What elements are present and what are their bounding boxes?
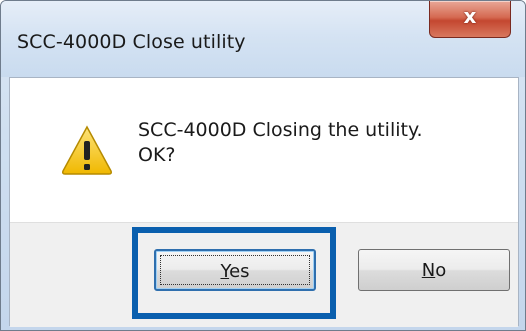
focus-ring <box>160 255 310 285</box>
message-line-1: SCC-4000D Closing the utility. <box>138 119 423 141</box>
dialog-content: SCC-4000D Closing the utility. OK? Yes N… <box>9 77 519 327</box>
no-button[interactable]: No <box>358 249 510 291</box>
title-bar[interactable]: SCC-4000D Close utility x <box>1 1 525 77</box>
button-area: Yes No <box>10 222 518 327</box>
no-accel: N <box>421 260 436 281</box>
no-label: o <box>435 260 447 281</box>
window-title: SCC-4000D Close utility <box>17 31 246 53</box>
close-icon: x <box>463 4 477 28</box>
close-button[interactable]: x <box>429 1 511 38</box>
dialog-message: SCC-4000D Closing the utility. OK? <box>138 118 423 168</box>
yes-button[interactable]: Yes <box>154 249 316 291</box>
message-area: SCC-4000D Closing the utility. OK? <box>10 78 518 222</box>
dialog-window: SCC-4000D Close utility x SCC-4000D Clos… <box>0 0 526 331</box>
warning-icon <box>62 125 112 175</box>
message-line-2: OK? <box>138 144 176 166</box>
